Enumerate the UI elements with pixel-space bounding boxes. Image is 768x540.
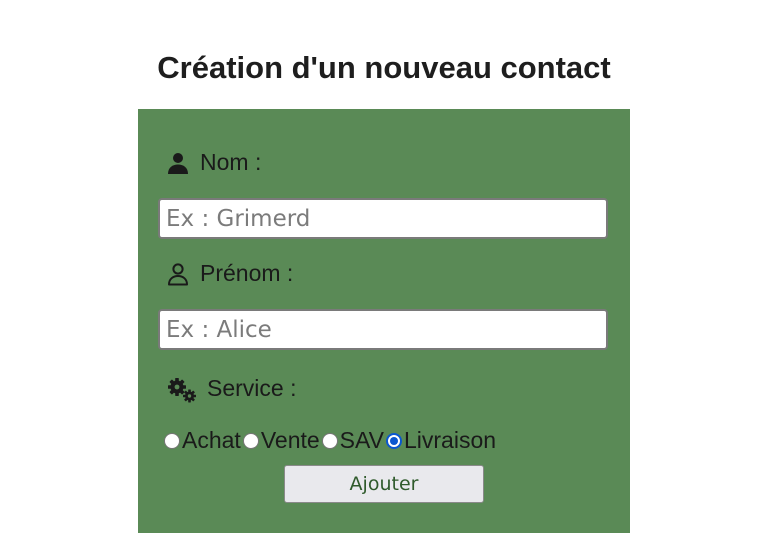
page-title: Création d'un nouveau contact xyxy=(157,50,611,85)
radio-option-achat[interactable]: Achat xyxy=(162,427,241,454)
user-outline-icon xyxy=(166,262,190,286)
service-label: Service : xyxy=(207,375,297,401)
radio-option-sav[interactable]: SAV xyxy=(320,427,384,454)
service-label-row: Service : xyxy=(166,375,296,402)
ajouter-button[interactable]: Ajouter xyxy=(284,465,484,503)
contact-form: Nom : Prénom : xyxy=(138,109,630,533)
radio-label-vente[interactable]: Vente xyxy=(261,427,320,454)
radio-button-livraison[interactable] xyxy=(386,432,402,449)
nom-label: Nom : xyxy=(200,149,262,175)
nom-label-row: Nom : xyxy=(166,149,261,176)
gears-icon xyxy=(166,377,198,402)
prenom-label: Prénom : xyxy=(200,260,294,286)
radio-option-vente[interactable]: Vente xyxy=(241,427,320,454)
radio-option-livraison[interactable]: Livraison xyxy=(384,427,496,454)
radio-button-achat[interactable] xyxy=(164,432,180,449)
prenom-input[interactable] xyxy=(158,309,608,350)
radio-label-sav[interactable]: SAV xyxy=(340,427,384,454)
radio-button-sav[interactable] xyxy=(321,432,338,449)
radio-button-vente[interactable] xyxy=(242,432,259,449)
user-solid-icon xyxy=(166,151,190,175)
service-radio-group: Achat Vente SAV Livraison xyxy=(162,427,496,454)
radio-label-livraison[interactable]: Livraison xyxy=(404,427,496,454)
prenom-label-row: Prénom : xyxy=(166,260,293,287)
radio-label-achat[interactable]: Achat xyxy=(182,427,241,454)
nom-input[interactable] xyxy=(158,198,608,239)
